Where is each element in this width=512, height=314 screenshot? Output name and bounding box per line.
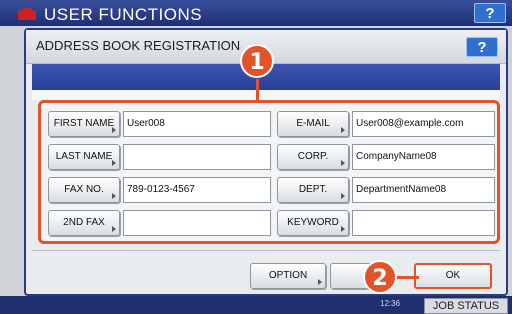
second-fax-field[interactable] bbox=[123, 210, 271, 236]
dept-field[interactable]: DepartmentName08 bbox=[352, 177, 495, 203]
corp-field[interactable]: CompanyName08 bbox=[352, 144, 495, 170]
dept-button[interactable]: DEPT. bbox=[277, 177, 349, 203]
callout-2-connector bbox=[395, 276, 419, 279]
keyword-field[interactable] bbox=[352, 210, 495, 236]
email-field[interactable]: User008@example.com bbox=[352, 111, 495, 137]
email-button[interactable]: E-MAIL bbox=[277, 111, 349, 137]
clock: 12:36 bbox=[380, 299, 401, 308]
background-help-button[interactable]: ? bbox=[474, 3, 506, 23]
dialog-help-button[interactable]: ? bbox=[466, 37, 498, 57]
dialog-divider bbox=[32, 90, 500, 100]
last-name-field[interactable] bbox=[123, 144, 271, 170]
ok-button[interactable]: OK bbox=[414, 263, 492, 289]
callout-1-connector bbox=[256, 79, 259, 101]
callout-1-marker: 1 bbox=[240, 44, 274, 78]
fax-no-button[interactable]: FAX NO. bbox=[48, 177, 120, 203]
background-title: USER FUNCTIONS bbox=[44, 5, 203, 24]
second-fax-button[interactable]: 2ND FAX bbox=[48, 210, 120, 236]
callout-2-marker: 2 bbox=[363, 260, 397, 294]
first-name-button[interactable]: FIRST NAME bbox=[48, 111, 120, 137]
corp-button[interactable]: CORP. bbox=[277, 144, 349, 170]
dialog-title: ADDRESS BOOK REGISTRATION bbox=[36, 38, 241, 53]
dialog-button-bar: OPTION OK bbox=[32, 250, 500, 292]
address-fields-area: FIRST NAME User008 E-MAIL User008@exampl… bbox=[38, 100, 500, 244]
first-name-field[interactable]: User008 bbox=[123, 111, 271, 137]
last-name-button[interactable]: LAST NAME bbox=[48, 144, 120, 170]
option-button[interactable]: OPTION bbox=[250, 263, 326, 289]
fax-no-field[interactable]: 789-0123-4567 bbox=[123, 177, 271, 203]
keyword-button[interactable]: KEYWORD bbox=[277, 210, 349, 236]
job-status-button[interactable]: JOB STATUS bbox=[424, 298, 508, 314]
